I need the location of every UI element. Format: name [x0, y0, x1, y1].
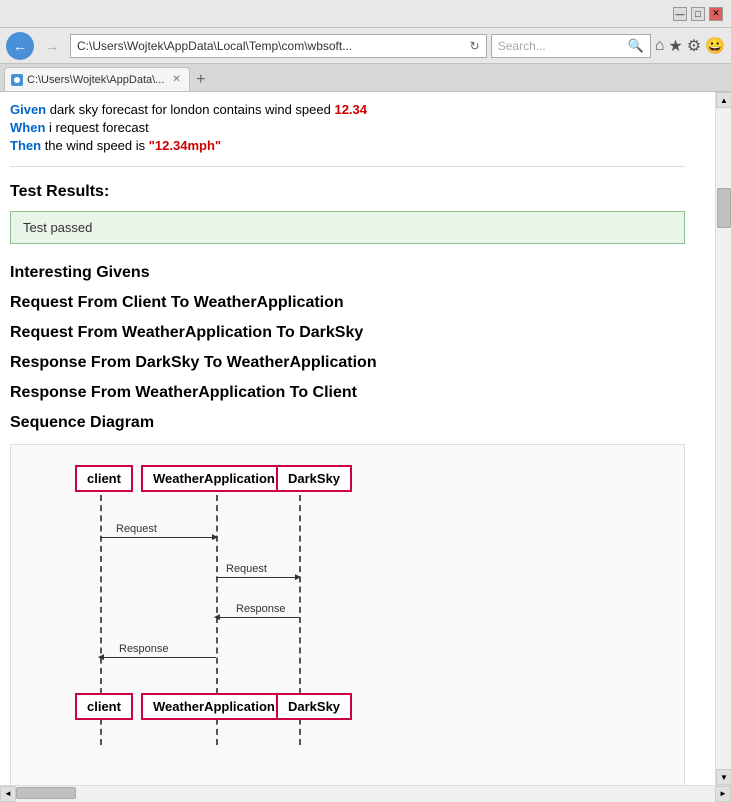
then-line: Then the wind speed is "12.34mph": [10, 138, 685, 153]
arrow-head-4: ◄: [96, 652, 106, 663]
actor-top-weatherapp: WeatherApplication: [141, 465, 287, 492]
arrow-line-2: [216, 577, 299, 578]
arrow-head-1: ►: [210, 532, 220, 543]
settings-icon[interactable]: ⚙: [687, 36, 701, 56]
arrow-line-4: [100, 657, 216, 658]
section-link-0[interactable]: Interesting Givens: [10, 264, 685, 282]
tab-favicon: [11, 74, 23, 86]
section-link-2[interactable]: Request From WeatherApplication To DarkS…: [10, 324, 685, 342]
page-scroll[interactable]: Given dark sky forecast for london conta…: [0, 92, 715, 785]
browser-nav-icons: ⌂ ★ ⚙ 😀: [655, 36, 725, 56]
title-bar: — □ ✕: [0, 0, 731, 28]
scroll-thumb[interactable]: [717, 188, 731, 228]
arrow-head-3: ◄: [212, 612, 222, 623]
arrow-label-4: Response: [119, 643, 169, 655]
given-text: dark sky forecast for london contains wi…: [50, 102, 335, 117]
scroll-down-button[interactable]: ▼: [716, 769, 731, 785]
minimize-button[interactable]: —: [673, 7, 687, 21]
navigation-bar: ← → C:\Users\Wojtek\AppData\Local\Temp\c…: [0, 28, 731, 64]
new-tab-button[interactable]: +: [190, 69, 212, 91]
active-tab[interactable]: C:\Users\Wojtek\AppData\... ✕: [4, 67, 190, 91]
when-text: i request forecast: [49, 120, 149, 135]
search-box[interactable]: Search... 🔍: [491, 34, 651, 58]
close-button[interactable]: ✕: [709, 7, 723, 21]
arrow-line-3: [216, 617, 299, 618]
search-icon[interactable]: 🔍: [628, 38, 644, 54]
given-line: Given dark sky forecast for london conta…: [10, 102, 685, 117]
gwt-section: Given dark sky forecast for london conta…: [10, 92, 685, 167]
arrow-head-2: ►: [293, 572, 303, 583]
then-value: "12.34mph": [149, 138, 221, 153]
vertical-scrollbar[interactable]: ▲ ▼: [715, 92, 731, 785]
sections-container: Interesting Givens Request From Client T…: [10, 264, 685, 432]
actor-bottom-client: client: [75, 693, 133, 720]
tab-bar: C:\Users\Wojtek\AppData\... ✕ +: [0, 64, 731, 92]
test-results-section: Test Results: Test passed: [10, 183, 685, 244]
when-keyword: When: [10, 120, 45, 135]
actor-top-client: client: [75, 465, 133, 492]
scroll-h-track: [16, 786, 715, 801]
actor-top-darksky: DarkSky: [276, 465, 352, 492]
tab-close-button[interactable]: ✕: [172, 74, 180, 85]
tab-label: C:\Users\Wojtek\AppData\...: [27, 74, 164, 86]
horizontal-scrollbar[interactable]: ◄ ►: [0, 785, 731, 801]
search-input[interactable]: Search...: [498, 39, 628, 53]
test-status-text: Test passed: [23, 220, 92, 235]
section-link-3[interactable]: Response From DarkSky To WeatherApplicat…: [10, 354, 685, 372]
back-button[interactable]: ←: [6, 32, 34, 60]
refresh-button[interactable]: ↻: [470, 39, 480, 53]
section-link-1[interactable]: Request From Client To WeatherApplicatio…: [10, 294, 685, 312]
section-link-4[interactable]: Response From WeatherApplication To Clie…: [10, 384, 685, 402]
page-content: Given dark sky forecast for london conta…: [0, 92, 715, 785]
scroll-up-button[interactable]: ▲: [716, 92, 731, 108]
then-text: the wind speed is: [45, 138, 149, 153]
forward-button[interactable]: →: [38, 32, 66, 60]
actor-bottom-weatherapp: WeatherApplication: [141, 693, 287, 720]
sequence-diagram-container: client WeatherApplication DarkSky ► Requ…: [10, 444, 685, 785]
arrow-label-3: Response: [236, 603, 286, 615]
test-results-heading: Test Results:: [10, 183, 685, 201]
home-icon[interactable]: ⌂: [655, 37, 665, 55]
sequence-diagram: client WeatherApplication DarkSky ► Requ…: [31, 465, 371, 775]
when-line: When i request forecast: [10, 120, 685, 135]
actor-bottom-darksky: DarkSky: [276, 693, 352, 720]
scroll-h-thumb[interactable]: [16, 787, 76, 799]
scroll-left-button[interactable]: ◄: [0, 786, 16, 802]
scroll-right-button[interactable]: ►: [715, 786, 731, 802]
content-area: Given dark sky forecast for london conta…: [0, 92, 731, 785]
arrow-line-1: [100, 537, 216, 538]
section-link-5[interactable]: Sequence Diagram: [10, 414, 685, 432]
given-value: 12.34: [334, 102, 367, 117]
then-keyword: Then: [10, 138, 41, 153]
url-display: C:\Users\Wojtek\AppData\Local\Temp\com\w…: [77, 39, 466, 53]
arrow-label-1: Request: [116, 523, 157, 535]
user-icon[interactable]: 😀: [705, 36, 725, 56]
address-bar[interactable]: C:\Users\Wojtek\AppData\Local\Temp\com\w…: [70, 34, 487, 58]
maximize-button[interactable]: □: [691, 7, 705, 21]
window-controls: — □ ✕: [673, 7, 723, 21]
favorites-icon[interactable]: ★: [668, 36, 682, 56]
test-status-box: Test passed: [10, 211, 685, 244]
arrow-label-2: Request: [226, 563, 267, 575]
given-keyword: Given: [10, 102, 46, 117]
